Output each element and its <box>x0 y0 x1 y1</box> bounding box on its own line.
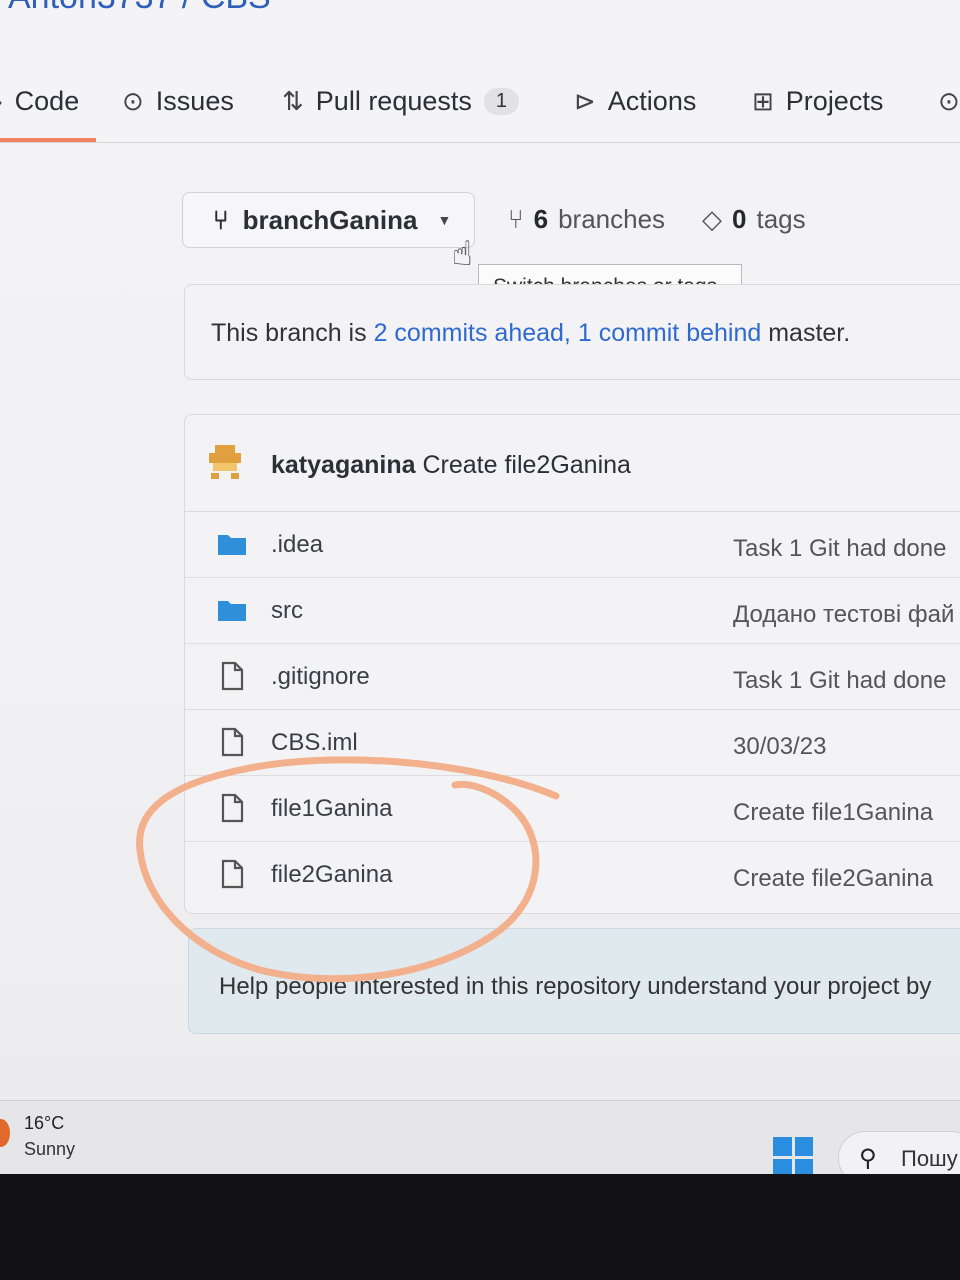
status-suffix: master. <box>761 319 851 347</box>
folder-icon <box>218 601 246 621</box>
file-browser: katyaganina Create file2Ganina .idea Tas… <box>184 414 960 914</box>
file-commit-message[interactable]: 30/03/23 <box>733 733 826 761</box>
file-name[interactable]: file1Ganina <box>271 795 392 823</box>
repo-nav-tabs: › Code ⊙ Issues ⇅ Pull requests 1 ⊳ Acti… <box>0 72 960 144</box>
tags-label: tags <box>756 204 806 234</box>
file-name[interactable]: file2Ganina <box>271 861 392 889</box>
code-icon: › <box>0 86 3 117</box>
caret-down-icon: ▼ <box>437 212 452 228</box>
pull-request-counter: 1 <box>483 88 520 115</box>
tag-icon: ◇ <box>702 204 722 234</box>
tab-code[interactable]: › Code <box>0 86 79 117</box>
branch-selector-button[interactable]: ⑂ branchGanina ▼ <box>182 192 475 248</box>
branches-count: 6 <box>533 204 549 234</box>
commit-author[interactable]: katyaganina <box>271 451 416 479</box>
file-commit-message[interactable]: Task 1 Git had done <box>733 667 946 695</box>
commit-message[interactable]: Create file2Ganina <box>422 451 630 479</box>
file-name[interactable]: src <box>271 597 303 625</box>
folder-icon <box>218 535 246 555</box>
commits-ahead-link[interactable]: 2 commits ahead, <box>374 319 571 347</box>
branch-icon: ⑂ <box>213 204 229 235</box>
file-commit-message[interactable]: Додано тестові фай <box>733 601 954 629</box>
branches-link[interactable]: ⑂ 6 branches <box>508 204 665 235</box>
file-row[interactable]: CBS.iml 30/03/23 <box>185 711 960 776</box>
branch-status-box: This branch is 2 commits ahead, 1 commit… <box>184 284 960 380</box>
file-icon <box>221 859 244 889</box>
tab-label: Projects <box>785 86 884 116</box>
file-icon <box>221 727 244 757</box>
hand-cursor-icon: ☝ <box>452 235 473 273</box>
tab-actions[interactable]: ⊳ Actions <box>574 86 696 117</box>
shield-icon: ⊙ <box>938 86 960 116</box>
tabs-divider <box>0 142 960 143</box>
repo-title[interactable]: Anton3737 / CBS <box>8 0 271 17</box>
monitor-bezel <box>0 1174 960 1280</box>
search-placeholder: Пошу <box>901 1146 958 1171</box>
tab-label: Actions <box>607 86 697 116</box>
status-prefix: This branch is <box>211 319 374 347</box>
file-row[interactable]: file2Ganina Create file2Ganina <box>185 843 960 907</box>
latest-commit-text: katyaganina Create file2Ganina <box>271 451 631 480</box>
branch-status-text: This branch is 2 commits ahead, 1 commit… <box>211 319 850 348</box>
current-branch-name: branchGanina <box>242 204 418 235</box>
file-commit-message[interactable]: Create file1Ganina <box>733 799 933 827</box>
windows-start-icon[interactable] <box>773 1137 813 1177</box>
file-commit-message[interactable]: Task 1 Git had done <box>733 535 946 563</box>
table-icon: ⊞ <box>752 86 774 116</box>
file-row[interactable]: .gitignore Task 1 Git had done <box>185 645 960 710</box>
file-name[interactable]: .gitignore <box>271 663 370 691</box>
search-icon: ⚲ <box>859 1145 877 1172</box>
file-row[interactable]: file1Ganina Create file1Ganina <box>185 777 960 842</box>
tab-security-partial[interactable]: ⊙ <box>938 86 960 117</box>
pull-request-icon: ⇅ <box>282 86 304 116</box>
readme-prompt-box: Help people interested in this repositor… <box>188 928 960 1034</box>
file-row[interactable]: src Додано тестові фай <box>185 579 960 644</box>
commits-behind-link[interactable]: 1 commit behind <box>578 319 761 347</box>
tab-label: Issues <box>155 86 234 116</box>
tab-issues[interactable]: ⊙ Issues <box>122 86 234 117</box>
readme-prompt-text: Help people interested in this repositor… <box>219 973 932 1000</box>
file-name[interactable]: CBS.iml <box>271 729 358 757</box>
file-row[interactable]: .idea Task 1 Git had done <box>185 513 960 578</box>
file-icon <box>221 661 244 691</box>
tab-label: Pull requests <box>315 86 472 116</box>
taskbar: 16°C Sunny ⚲ Пошу <box>0 1100 960 1185</box>
play-icon: ⊳ <box>574 86 596 116</box>
weather-temperature[interactable]: 16°C <box>24 1113 64 1134</box>
file-name[interactable]: .idea <box>271 531 323 559</box>
issue-icon: ⊙ <box>122 86 144 116</box>
browser-viewport: Anton3737 / CBS › Code ⊙ Issues ⇅ Pull r… <box>0 0 960 1110</box>
weather-condition[interactable]: Sunny <box>24 1139 75 1160</box>
avatar[interactable] <box>205 445 245 481</box>
file-commit-message[interactable]: Create file2Ganina <box>733 865 933 893</box>
tab-projects[interactable]: ⊞ Projects <box>752 86 883 117</box>
tags-link[interactable]: ◇ 0 tags <box>702 204 806 235</box>
branch-icon: ⑂ <box>508 204 524 234</box>
file-icon <box>221 793 244 823</box>
branches-label: branches <box>558 204 666 234</box>
tab-pull-requests[interactable]: ⇅ Pull requests 1 <box>282 86 520 117</box>
latest-commit-row: katyaganina Create file2Ganina <box>185 415 960 512</box>
tags-count: 0 <box>732 204 747 234</box>
tab-label: Code <box>14 86 80 116</box>
sun-icon <box>0 1119 10 1147</box>
